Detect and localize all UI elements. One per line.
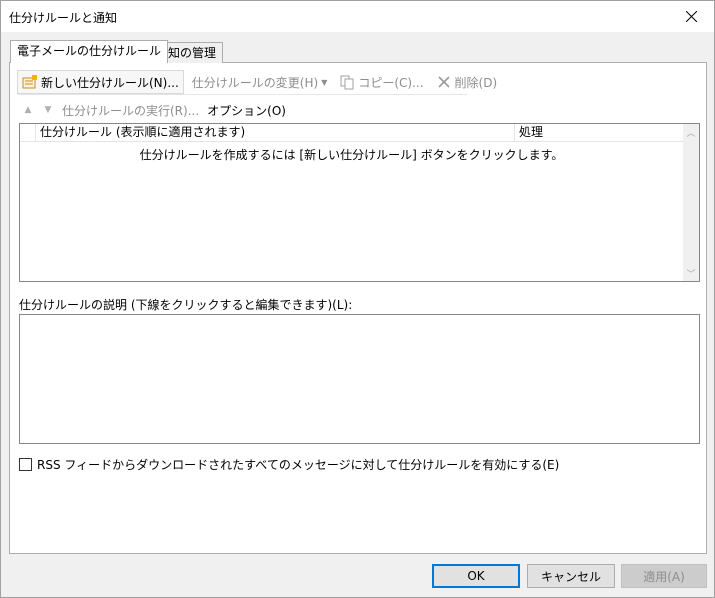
copy-label: コピー(C)... xyxy=(358,75,424,90)
change-rule-button[interactable]: 仕分けルールの変更(H) ▼ xyxy=(188,71,332,93)
toolbar-divider xyxy=(17,94,467,95)
delete-icon xyxy=(437,76,450,88)
rss-rules-label: RSS フィードからダウンロードされたすべてのメッセージに対して仕分けルールを有… xyxy=(37,458,560,472)
apply-button[interactable]: 適用(A) xyxy=(621,564,707,588)
tab-email-rules[interactable]: 電子メールの仕分けルール xyxy=(10,40,169,63)
rules-toolbar: 新しい仕分けルール(N)... 仕分けルールの変更(H) ▼ コピー(C)...… xyxy=(17,70,505,94)
title-bar: 仕分けルールと通知 xyxy=(1,1,714,32)
column-header-rule[interactable]: 仕分けルール (表示順に適用されます) xyxy=(36,124,515,141)
delete-label: 削除(D) xyxy=(454,75,498,90)
new-rule-button[interactable]: 新しい仕分けルール(N)... xyxy=(17,70,184,94)
rule-description-label: 仕分けルールの説明 (下線をクリックすると編集できます)(L): xyxy=(19,298,353,312)
change-rule-label: 仕分けルールの変更(H) xyxy=(191,75,319,90)
column-header-action[interactable]: 処理 xyxy=(515,124,679,141)
copy-icon xyxy=(340,75,354,90)
dropdown-caret-icon: ▼ xyxy=(321,77,328,87)
run-rules-button[interactable]: 仕分けルールの実行(R)... xyxy=(62,102,199,119)
rss-rules-checkbox[interactable] xyxy=(19,458,32,471)
move-down-icon[interactable]: ▼ xyxy=(42,104,54,116)
new-rule-label: 新しい仕分けルール(N)... xyxy=(41,75,179,90)
copy-button[interactable]: コピー(C)... xyxy=(335,71,427,93)
new-rule-icon xyxy=(22,75,37,89)
close-icon xyxy=(685,11,697,22)
window-title: 仕分けルールと通知 xyxy=(9,11,118,25)
move-up-icon[interactable]: ▲ xyxy=(22,104,34,116)
rule-description-box[interactable] xyxy=(19,314,700,444)
cancel-button[interactable]: キャンセル xyxy=(527,564,615,588)
scroll-up-icon[interactable]: ︿ xyxy=(683,124,699,140)
rules-list-empty-message: 仕分けルールを作成するには [新しい仕分けルール] ボタンをクリックします。 xyxy=(139,148,564,162)
rules-list-scrollbar[interactable]: ︿ ﹀ xyxy=(683,124,699,281)
options-button[interactable]: オプション(O) xyxy=(207,102,286,119)
rules-list-header: 仕分けルール (表示順に適用されます) 処理 xyxy=(20,124,683,142)
column-header-checkbox[interactable] xyxy=(20,124,36,141)
rules-toolbar-secondary: ▲ ▼ 仕分けルールの実行(R)... オプション(O) xyxy=(22,101,294,119)
rss-rules-option[interactable]: RSS フィードからダウンロードされたすべてのメッセージに対して仕分けルールを有… xyxy=(19,456,559,473)
ok-button[interactable]: OK xyxy=(432,564,520,588)
rules-list[interactable]: 仕分けルール (表示順に適用されます) 処理 仕分けルールを作成するには [新し… xyxy=(19,123,700,282)
scroll-down-icon[interactable]: ﹀ xyxy=(683,265,699,281)
delete-button[interactable]: 削除(D) xyxy=(432,71,502,93)
close-button[interactable] xyxy=(668,1,714,32)
